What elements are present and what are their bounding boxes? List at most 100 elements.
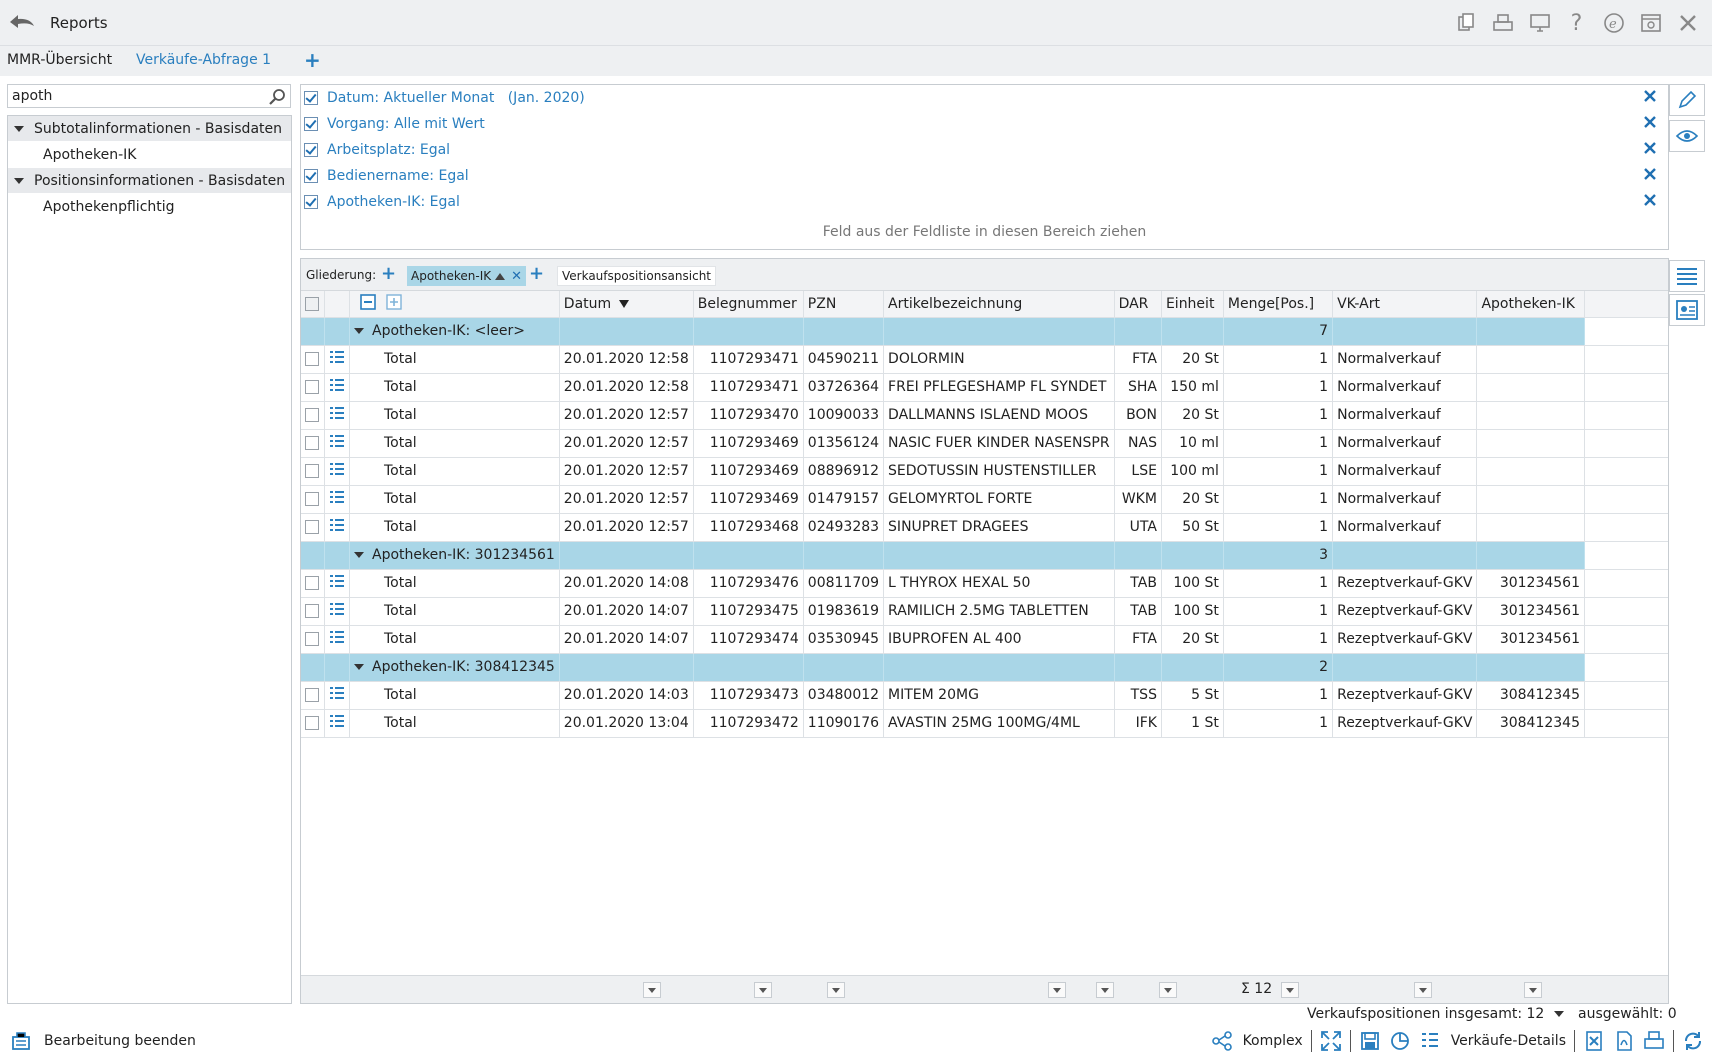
filter-checkbox[interactable]	[304, 169, 318, 183]
row-detail-icon[interactable]	[329, 463, 345, 480]
tab-mmr-uebersicht[interactable]: MMR-Übersicht	[7, 52, 112, 68]
table-row[interactable]: Total 20.01.2020 14:08 1107293476 00811709 L…	[301, 569, 1668, 598]
row-detail-icon[interactable]	[329, 351, 345, 368]
end-editing-button[interactable]: Bearbeitung beenden	[10, 1030, 196, 1052]
save-button[interactable]	[1355, 1028, 1385, 1054]
filter-label[interactable]: Apotheken-IK: Egal	[327, 194, 460, 210]
column-header-artikelbezeichnung[interactable]: Artikelbezeichnung	[883, 291, 1115, 318]
row-detail-icon[interactable]	[329, 603, 345, 620]
fieldlist-item-apotheken-ik[interactable]: Apotheken-IK	[8, 141, 291, 168]
card-view-button[interactable]	[1669, 294, 1705, 326]
footer-dropdown-belegnummer[interactable]	[754, 982, 772, 998]
row-checkbox[interactable]	[305, 492, 319, 506]
group-label-cell[interactable]: Apotheken-IK: 301234561	[349, 541, 560, 570]
row-checkbox[interactable]	[305, 380, 319, 394]
table-row[interactable]: Total 20.01.2020 14:07 1107293475 01983619 R…	[301, 597, 1668, 626]
row-detail-icon[interactable]	[329, 379, 345, 396]
print-icon[interactable]	[1484, 8, 1521, 38]
row-checkbox[interactable]	[305, 464, 319, 478]
row-checkbox[interactable]	[305, 408, 319, 422]
expand-all-icon[interactable]	[386, 294, 403, 314]
column-header-belegnummer[interactable]: Belegnummer	[693, 291, 804, 318]
table-row[interactable]: Total 20.01.2020 12:57 1107293469 01479157 G…	[301, 485, 1668, 514]
row-detail-icon[interactable]	[329, 407, 345, 424]
sort-desc-icon[interactable]	[619, 299, 630, 308]
footer-dropdown-datum[interactable]	[643, 982, 661, 998]
row-checkbox-cell[interactable]	[301, 429, 325, 458]
chevron-down-icon[interactable]	[354, 552, 364, 558]
row-checkbox[interactable]	[305, 436, 319, 450]
row-detail-icon[interactable]	[329, 687, 345, 704]
print-button[interactable]	[1639, 1028, 1669, 1054]
table-row[interactable]: Total 20.01.2020 12:58 1107293471 03726364 F…	[301, 373, 1668, 402]
footer-dropdown-einheit[interactable]	[1159, 982, 1177, 998]
row-checkbox-cell[interactable]	[301, 457, 325, 486]
row-checkbox[interactable]	[305, 576, 319, 590]
row-detail-cell[interactable]	[324, 513, 350, 542]
remove-filter-icon[interactable]	[1642, 88, 1660, 106]
export-pdf-button[interactable]	[1609, 1028, 1639, 1054]
chart-button[interactable]	[1385, 1028, 1415, 1054]
row-detail-cell[interactable]	[324, 345, 350, 374]
remove-filter-icon[interactable]	[1642, 114, 1660, 132]
filter-label[interactable]: Arbeitsplatz: Egal	[327, 142, 450, 158]
row-detail-cell[interactable]	[324, 485, 350, 514]
filter-label[interactable]: Datum: Aktueller Monat (Jan. 2020)	[327, 90, 585, 106]
group-label-cell[interactable]: Apotheken-IK: <leer>	[349, 317, 560, 346]
column-header-apotheken-ik[interactable]: Apotheken-IK	[1476, 291, 1585, 318]
filter-checkbox[interactable]	[304, 117, 318, 131]
row-detail-cell[interactable]	[324, 401, 350, 430]
fullscreen-button[interactable]	[1316, 1028, 1346, 1054]
copy-icon[interactable]	[1447, 8, 1484, 38]
row-checkbox[interactable]	[305, 604, 319, 618]
row-detail-icon[interactable]	[329, 435, 345, 452]
footer-dropdown-apotheken-ik[interactable]	[1524, 982, 1542, 998]
group-row[interactable]: Apotheken-IK: <leer> 7	[301, 317, 1668, 346]
row-detail-icon[interactable]	[329, 575, 345, 592]
monitor-icon[interactable]	[1521, 8, 1558, 38]
row-checkbox-cell[interactable]	[301, 345, 325, 374]
group-row[interactable]: Apotheken-IK: 301234561 3	[301, 541, 1668, 570]
preview-eye-button[interactable]	[1669, 120, 1705, 152]
filter-checkbox[interactable]	[304, 91, 318, 105]
group-row[interactable]: Apotheken-IK: 308412345 2	[301, 653, 1668, 682]
group-label-cell[interactable]: Apotheken-IK: 308412345	[349, 653, 560, 682]
row-detail-icon[interactable]	[329, 631, 345, 648]
table-row[interactable]: Total 20.01.2020 12:57 1107293469 08896912 S…	[301, 457, 1668, 486]
row-checkbox-cell[interactable]	[301, 373, 325, 402]
row-checkbox[interactable]	[305, 520, 319, 534]
row-checkbox-cell[interactable]	[301, 401, 325, 430]
row-detail-cell[interactable]	[324, 429, 350, 458]
row-checkbox[interactable]	[305, 688, 319, 702]
export-excel-button[interactable]	[1579, 1028, 1609, 1054]
add-view-button[interactable]: +	[529, 263, 544, 284]
komplex-button[interactable]: Komplex	[1207, 1028, 1307, 1054]
footer-dropdown-artikel[interactable]	[1048, 982, 1066, 998]
row-checkbox[interactable]	[305, 716, 319, 730]
select-all-checkbox-cell[interactable]	[301, 291, 325, 318]
table-row[interactable]: Total 20.01.2020 12:57 1107293469 01356124 N…	[301, 429, 1668, 458]
row-detail-cell[interactable]	[324, 709, 350, 738]
chevron-down-icon[interactable]	[1554, 1011, 1565, 1017]
filter-label[interactable]: Bedienername: Egal	[327, 168, 469, 184]
column-header-einheit[interactable]: Einheit	[1161, 291, 1224, 318]
table-row[interactable]: Total 20.01.2020 12:57 1107293468 02493283 S…	[301, 513, 1668, 542]
filter-checkbox[interactable]	[304, 195, 318, 209]
remove-filter-icon[interactable]	[1642, 140, 1660, 158]
row-detail-cell[interactable]	[324, 457, 350, 486]
row-checkbox[interactable]	[305, 632, 319, 646]
row-checkbox-cell[interactable]	[301, 597, 325, 626]
row-checkbox-cell[interactable]	[301, 709, 325, 738]
add-tab-button[interactable]: +	[304, 48, 321, 72]
footer-dropdown-pzn[interactable]	[827, 982, 845, 998]
row-detail-cell[interactable]	[324, 597, 350, 626]
row-checkbox-cell[interactable]	[301, 513, 325, 542]
add-grouping-button[interactable]: +	[381, 263, 396, 284]
footer-dropdown-dar[interactable]	[1096, 982, 1114, 998]
remove-grouping-icon[interactable]: ✕	[511, 269, 522, 284]
table-row[interactable]: Total 20.01.2020 12:58 1107293471 04590211 D…	[301, 345, 1668, 374]
list-view-button[interactable]	[1669, 260, 1705, 292]
row-detail-cell[interactable]	[324, 373, 350, 402]
table-row[interactable]: Total 20.01.2020 12:57 1107293470 10090033 D…	[301, 401, 1668, 430]
row-checkbox[interactable]	[305, 352, 319, 366]
